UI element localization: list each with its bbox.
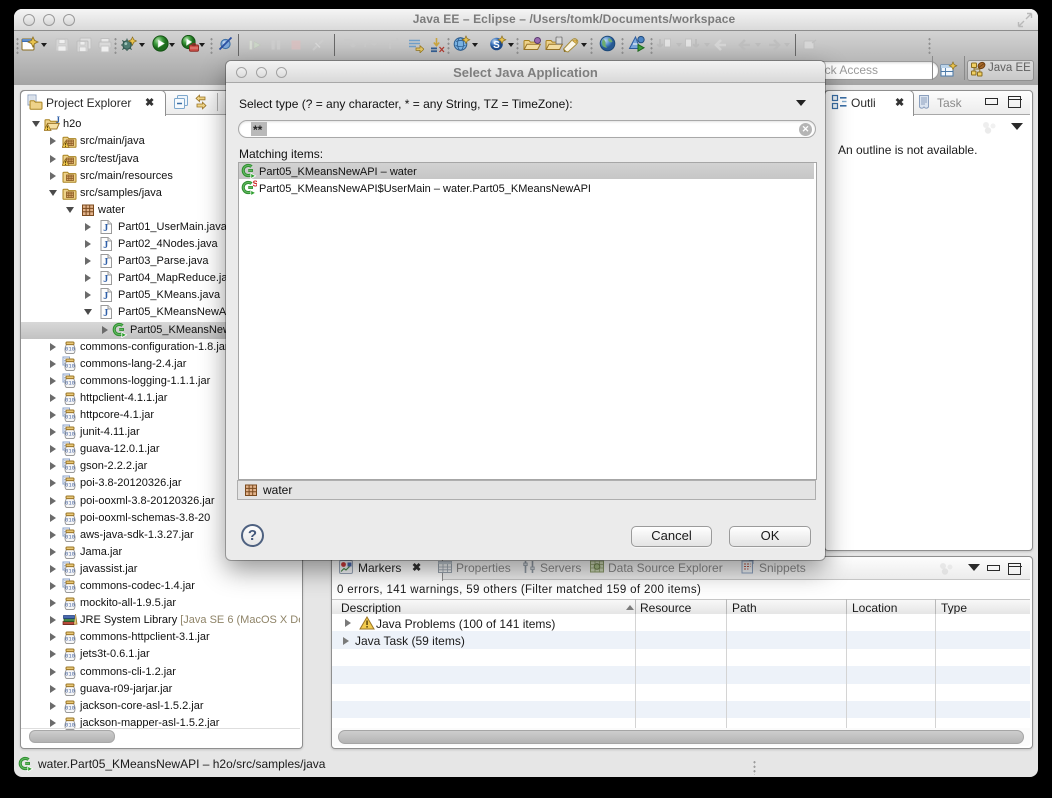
svg-text:010: 010 <box>65 362 75 369</box>
svg-text:J: J <box>103 291 108 302</box>
svg-text:010: 010 <box>65 482 75 489</box>
svg-text:010: 010 <box>65 602 75 609</box>
svg-text:010: 010 <box>65 653 75 660</box>
svg-text:010: 010 <box>65 499 75 506</box>
svg-text:010: 010 <box>65 431 75 438</box>
svg-text:010: 010 <box>65 585 75 592</box>
svg-text:010: 010 <box>65 396 75 403</box>
svg-text:010: 010 <box>65 687 75 694</box>
svg-text:J: J <box>56 116 61 125</box>
svg-text:J: J <box>103 257 108 268</box>
svg-text:J: J <box>103 240 108 251</box>
svg-text:J: J <box>103 308 108 319</box>
svg-text:010: 010 <box>65 636 75 643</box>
svg-text:010: 010 <box>65 533 75 540</box>
svg-text:S: S <box>253 180 257 188</box>
svg-text:010: 010 <box>65 414 75 421</box>
svg-text:010: 010 <box>65 379 75 386</box>
svg-text:010: 010 <box>65 465 75 472</box>
svg-text:010: 010 <box>65 516 75 523</box>
svg-text:J: J <box>103 223 108 234</box>
svg-text:J: J <box>103 274 108 285</box>
svg-text:010: 010 <box>65 550 75 557</box>
svg-text:010: 010 <box>65 345 75 352</box>
svg-text:010: 010 <box>65 448 75 455</box>
svg-text:010: 010 <box>65 567 75 574</box>
svg-text:010: 010 <box>65 670 75 677</box>
svg-text:010: 010 <box>65 704 75 711</box>
svg-text:S: S <box>493 40 500 51</box>
